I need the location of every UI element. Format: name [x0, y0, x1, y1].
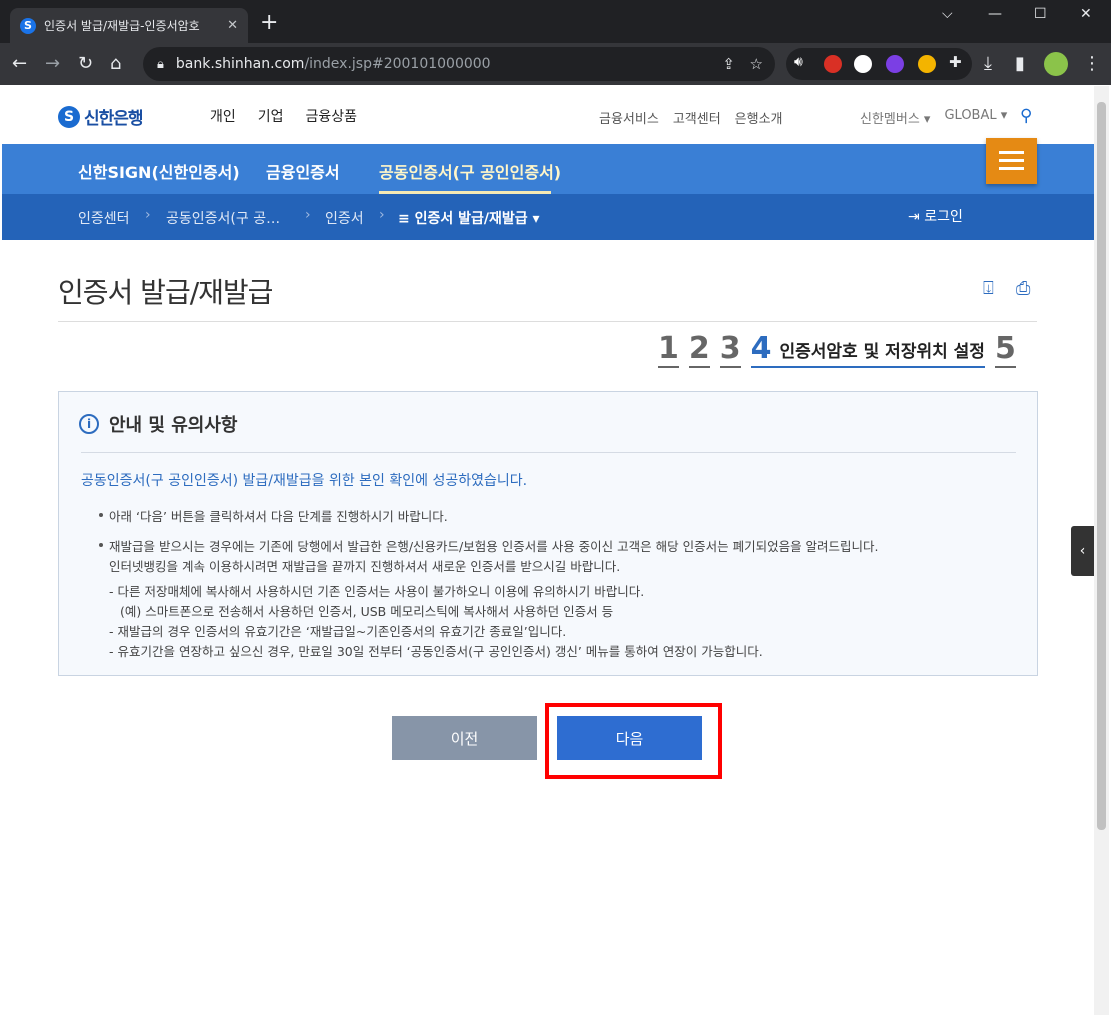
extension-color-icon[interactable] — [918, 55, 936, 73]
chevron-right-icon: › — [379, 207, 385, 223]
minimize-button[interactable]: — — [988, 6, 1002, 22]
shinhan-logo[interactable]: S 신한은행 — [58, 104, 144, 129]
new-tab-button[interactable]: + — [260, 11, 278, 35]
tab-close-icon[interactable]: ✕ — [227, 18, 238, 33]
current-step-label: 인증서암호 및 저장위치 설정 — [779, 342, 985, 362]
hamburger-menu-button[interactable] — [986, 138, 1037, 184]
chevron-right-icon: › — [305, 207, 311, 223]
logo-text: 신한은행 — [84, 109, 144, 129]
step-2: 2 — [688, 331, 710, 368]
notice-lead: 공동인증서(구 공인인증서) 발급/재발급을 위한 본인 확인에 성공하였습니다… — [81, 473, 528, 489]
browser-tab[interactable]: S 인증서 발급/재발급-인증서암호 ✕ — [10, 8, 248, 43]
notice-item-2-line-2: 인터넷뱅킹을 계속 이용하시려면 재발급을 끝까지 진행하셔서 새로운 인증서를… — [109, 559, 621, 574]
side-panel-toggle[interactable]: ‹ — [1071, 526, 1094, 576]
login-icon: ⇥ — [908, 209, 925, 225]
shinhan-favicon-icon: S — [20, 17, 36, 34]
browser-toolbar: ← → ↻ ⌂ 🔒︎ bank.shinhan.com/index.jsp#20… — [0, 43, 1111, 85]
profile-avatar[interactable] — [1044, 52, 1068, 76]
bullet-dot — [99, 543, 103, 547]
notice-item-2-line-1: 재발급을 받으시는 경우에는 기존에 당행에서 발급한 은행/신용카드/보험용 … — [109, 539, 879, 554]
next-button-highlight-box — [545, 703, 722, 779]
page-scrollbar[interactable] — [1094, 86, 1109, 1015]
page-viewport: S 신한은행 개인 기업 금융상품 금융서비스 고객센터 은행소개 신한멤버스 … — [2, 86, 1094, 1015]
login-button[interactable]: ⇥ 로그인 — [908, 206, 963, 226]
notice-sub-3: - 유효기간을 연장하고 싶으신 경우, 만료일 30일 전부터 ‘공동인증서(… — [109, 644, 763, 659]
breadcrumb: 인증센터 › 공동인증서(구 공… › 인증서 › ≡ 인증서 발급/재발급 ▾… — [2, 194, 1094, 240]
browser-tab-strip: S 인증서 발급/재발급-인증서암호 ✕ + ⌵ — ☐ ✕ — [0, 0, 1111, 43]
tab-title: 인증서 발급/재발급-인증서암호 — [44, 19, 200, 33]
step-5: 5 — [994, 331, 1016, 368]
right-nav: 신한멤버스 ▾ GLOBAL ▾ — [860, 108, 1007, 127]
breadcrumb-cert-center[interactable]: 인증센터 — [78, 208, 130, 228]
url-host: bank.shinhan.com — [175, 56, 305, 72]
nav-products[interactable]: 금융상품 — [306, 106, 358, 126]
tab-search-icon[interactable]: ⌵ — [942, 6, 953, 22]
login-label: 로그인 — [924, 209, 963, 225]
breadcrumb-current-dropdown[interactable]: ≡ 인증서 발급/재발급 ▾ — [398, 208, 540, 228]
notice-item-1: 아래 ‘다음’ 버튼을 클릭하셔서 다음 단계를 진행하시기 바랍니다. — [109, 509, 448, 524]
menu-financial-cert[interactable]: 금융인증서 — [266, 159, 340, 183]
notice-sub-2: - 재발급의 경우 인증서의 유효기간은 ‘재발급일~기존인증서의 유효기간 종… — [109, 624, 567, 639]
site-header: S 신한은행 개인 기업 금융상품 금융서비스 고객센터 은행소개 신한멤버스 … — [2, 86, 1094, 144]
notice-box: i 안내 및 유의사항 공동인증서(구 공인인증서) 발급/재발급을 위한 본인… — [58, 391, 1038, 676]
page-title: 인증서 발급/재발급 — [58, 276, 273, 309]
lock-icon[interactable]: 🔒︎ — [157, 57, 164, 72]
notice-header: i 안내 및 유의사항 — [79, 411, 237, 437]
url-path: /index.jsp#200101000000 — [304, 56, 491, 72]
print-icon[interactable]: ⎙ — [1016, 278, 1030, 299]
prev-button[interactable]: 이전 — [392, 716, 537, 760]
extension-p-icon[interactable] — [854, 55, 872, 73]
side-panel-icon[interactable]: ▮ — [1015, 52, 1025, 76]
nav-financial-services[interactable]: 금융서비스 — [599, 108, 659, 127]
bullet-dot — [99, 513, 103, 517]
extensions-group: 🔊︎ ✚ — [786, 48, 972, 80]
nav-customer-center[interactable]: 고객센터 — [673, 108, 721, 127]
info-icon: i — [79, 414, 99, 434]
utility-nav: 금융서비스 고객센터 은행소개 — [599, 108, 783, 127]
main-nav: 개인 기업 금융상품 — [210, 106, 357, 126]
breadcrumb-joint-cert[interactable]: 공동인증서(구 공… — [166, 208, 280, 228]
back-arrow-icon[interactable]: ← — [12, 52, 27, 76]
search-icon[interactable]: ⚲ — [1020, 106, 1032, 126]
extension-red-icon[interactable] — [824, 55, 842, 73]
scrollbar-thumb[interactable] — [1097, 102, 1106, 830]
notice-title: 안내 및 유의사항 — [109, 415, 238, 436]
forward-arrow-icon[interactable]: → — [45, 52, 60, 76]
close-window-button[interactable]: ✕ — [1080, 6, 1092, 22]
menu-joint-cert[interactable]: 공동인증서(구 공인인증서) — [379, 159, 561, 183]
shinhan-members-dropdown[interactable]: 신한멤버스 ▾ — [860, 108, 930, 127]
chevron-right-icon: › — [145, 207, 151, 223]
more-menu-icon[interactable]: ⋮ — [1083, 52, 1101, 76]
step-3: 3 — [719, 331, 741, 368]
address-bar[interactable]: 🔒︎ bank.shinhan.com/index.jsp#2001010000… — [143, 47, 775, 81]
maximize-button[interactable]: ☐ — [1034, 6, 1047, 22]
step-1: 1 — [658, 331, 679, 368]
bookmark-star-icon[interactable]: ☆ — [750, 55, 763, 73]
step-indicator: 1 2 3 4 인증서암호 및 저장위치 설정 5 — [658, 333, 1016, 368]
home-icon[interactable]: ⌂ — [110, 52, 121, 76]
nav-personal[interactable]: 개인 — [210, 106, 236, 126]
category-menu-bar: 신한SIGN(신한인증서) 금융인증서 공동인증서(구 공인인증서) — [2, 144, 1094, 194]
notice-divider — [81, 452, 1016, 453]
title-divider — [58, 321, 1037, 322]
step-4-current: 4 인증서암호 및 저장위치 설정 — [750, 331, 985, 368]
share-icon[interactable]: ⇪ — [722, 55, 735, 73]
reload-icon[interactable]: ↻ — [78, 52, 93, 76]
nav-about-bank[interactable]: 은행소개 — [735, 108, 783, 127]
global-dropdown[interactable]: GLOBAL ▾ — [944, 108, 1007, 127]
download-icon[interactable]: ⤓ — [984, 52, 992, 76]
nav-business[interactable]: 기업 — [258, 106, 284, 126]
extension-w-icon[interactable] — [886, 55, 904, 73]
menu-shinhan-sign[interactable]: 신한SIGN(신한인증서) — [78, 159, 240, 183]
notice-sub-1-line-2: (예) 스마트폰으로 전송해서 사용하던 인증서, USB 메모리스틱에 복사해… — [120, 604, 614, 619]
notice-sub-1-line-1: - 다른 저장매체에 복사해서 사용하시던 기존 인증서는 사용이 불가하오니 … — [109, 584, 645, 599]
step-4-number: 4 — [750, 331, 772, 366]
download-page-icon[interactable]: ⍗ — [983, 278, 994, 299]
puzzle-icon[interactable]: ✚ — [949, 53, 967, 71]
sound-icon[interactable]: 🔊︎ — [794, 54, 812, 72]
shinhan-logo-icon: S — [58, 105, 80, 128]
breadcrumb-cert[interactable]: 인증서 — [325, 208, 364, 228]
